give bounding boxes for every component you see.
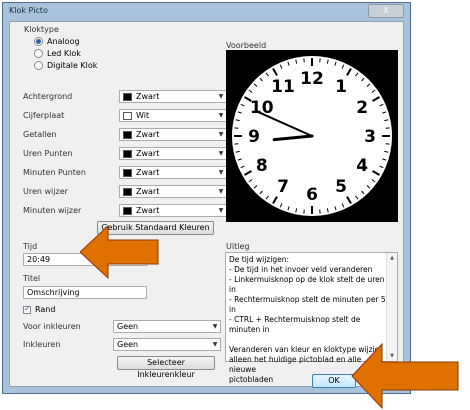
radio-digitale-klok[interactable]: Digitale Klok [34, 60, 97, 70]
color-swatch [123, 92, 132, 101]
chevron-down-icon[interactable]: ▼ [210, 323, 220, 330]
titel-input[interactable]: Omschrijving [23, 286, 147, 299]
clock-number: 6 [306, 185, 318, 205]
getallen-value: Zwart [136, 130, 160, 139]
minuten-wijzer-label: Minuten wijzer [23, 206, 82, 215]
clock-number: 9 [248, 127, 260, 147]
color-swatch [123, 168, 132, 177]
dialog-window: Klok Picto X Kloktype Analoog Led Klok D… [2, 2, 411, 394]
radio-analoog-label: Analoog [47, 36, 80, 46]
clock-number: 2 [356, 98, 368, 118]
rand-label: Rand [35, 305, 56, 314]
close-button[interactable]: X [368, 4, 404, 18]
clock-number: 1 [335, 77, 347, 97]
uren-wijzer-label: Uren wijzer [23, 187, 68, 196]
minuten-wijzer-select[interactable]: Zwart ▼ [119, 204, 227, 217]
radio-analoog-circle[interactable] [34, 36, 43, 46]
titel-label: Titel [23, 274, 41, 283]
uren-punten-select[interactable]: Zwart ▼ [119, 147, 227, 160]
voor-inkleuren-value: Geen [117, 322, 139, 331]
clock-number: 4 [356, 156, 368, 176]
voorbeeld-label: Voorbeeld [226, 41, 267, 50]
chevron-down-icon[interactable]: ▼ [216, 150, 226, 157]
chevron-down-icon[interactable]: ▼ [216, 207, 226, 214]
getallen-label: Getallen [23, 130, 57, 139]
chevron-down-icon[interactable]: ▼ [210, 341, 220, 348]
clock-number: 11 [271, 77, 295, 97]
inkleuren-select[interactable]: Geen ▼ [113, 338, 221, 351]
clock-number: 12 [300, 69, 324, 89]
color-swatch [123, 130, 132, 139]
minuten-punten-label: Minuten Punten [23, 168, 86, 177]
radio-led-klok[interactable]: Led Klok [34, 48, 81, 58]
clock-number: 8 [256, 156, 268, 176]
inkleuren-label: Inkleuren [23, 340, 61, 349]
radio-analoog[interactable]: Analoog [34, 36, 80, 46]
radio-led-klok-label: Led Klok [47, 48, 81, 58]
clock-number: 7 [277, 177, 289, 197]
annotation-arrow-right [351, 342, 459, 410]
uren-wijzer-select[interactable]: Zwart ▼ [119, 185, 227, 198]
color-swatch [123, 206, 132, 215]
clock-number: 3 [364, 127, 376, 147]
color-swatch [123, 111, 132, 120]
clock-preview[interactable]: 12 1 2 3 4 5 6 7 8 9 10 11 [226, 50, 398, 222]
uren-wijzer-value: Zwart [136, 187, 160, 196]
color-swatch [123, 187, 132, 196]
clock-number: 10 [250, 98, 274, 118]
minuten-punten-select[interactable]: Zwart ▼ [119, 166, 227, 179]
title-bar[interactable]: Klok Picto X [3, 3, 410, 20]
chevron-down-icon[interactable]: ▼ [216, 131, 226, 138]
inkleuren-value: Geen [117, 340, 139, 349]
cijferplaat-label: Cijferplaat [23, 111, 65, 120]
cijferplaat-select[interactable]: Wit ▼ [119, 109, 227, 122]
rand-checkbox[interactable]: Rand [23, 304, 56, 314]
clock-number: 5 [335, 177, 347, 197]
chevron-down-icon[interactable]: ▼ [216, 188, 226, 195]
getallen-select[interactable]: Zwart ▼ [119, 128, 227, 141]
chevron-down-icon[interactable]: ▼ [216, 93, 226, 100]
minuten-wijzer-value: Zwart [136, 206, 160, 215]
select-color-button[interactable]: Selecteer Inkleurenkleur [117, 356, 215, 379]
chevron-down-icon[interactable]: ▼ [216, 169, 226, 176]
voor-inkleuren-label: Voor inkleuren [23, 322, 81, 331]
tijd-label: Tijd [23, 242, 38, 251]
cijferplaat-value: Wit [136, 111, 150, 120]
dialog-client: Kloktype Analoog Led Klok Digitale Klok … [9, 21, 404, 388]
window-title: Klok Picto [9, 6, 48, 15]
radio-led-klok-circle[interactable] [34, 48, 43, 58]
radio-digitale-klok-circle[interactable] [34, 60, 43, 70]
chevron-down-icon[interactable]: ▼ [216, 112, 226, 119]
achtergrond-value: Zwart [136, 92, 160, 101]
uren-punten-label: Uren Punten [23, 149, 73, 158]
annotation-arrow-left [80, 224, 159, 280]
achtergrond-label: Achtergrond [23, 92, 73, 101]
clock-face[interactable]: 12 12 3 45678 9 1011 [226, 50, 398, 222]
rand-checkbox-box[interactable] [23, 304, 31, 314]
uitleg-label: Uitleg [226, 242, 250, 251]
radio-digitale-klok-label: Digitale Klok [47, 60, 98, 70]
color-swatch [123, 149, 132, 158]
achtergrond-select[interactable]: Zwart ▼ [119, 90, 227, 103]
minuten-punten-value: Zwart [136, 168, 160, 177]
scroll-up-icon[interactable]: ▲ [387, 255, 397, 261]
uren-punten-value: Zwart [136, 149, 160, 158]
kloktype-label: Kloktype [24, 25, 59, 34]
voor-inkleuren-select[interactable]: Geen ▼ [113, 320, 221, 333]
